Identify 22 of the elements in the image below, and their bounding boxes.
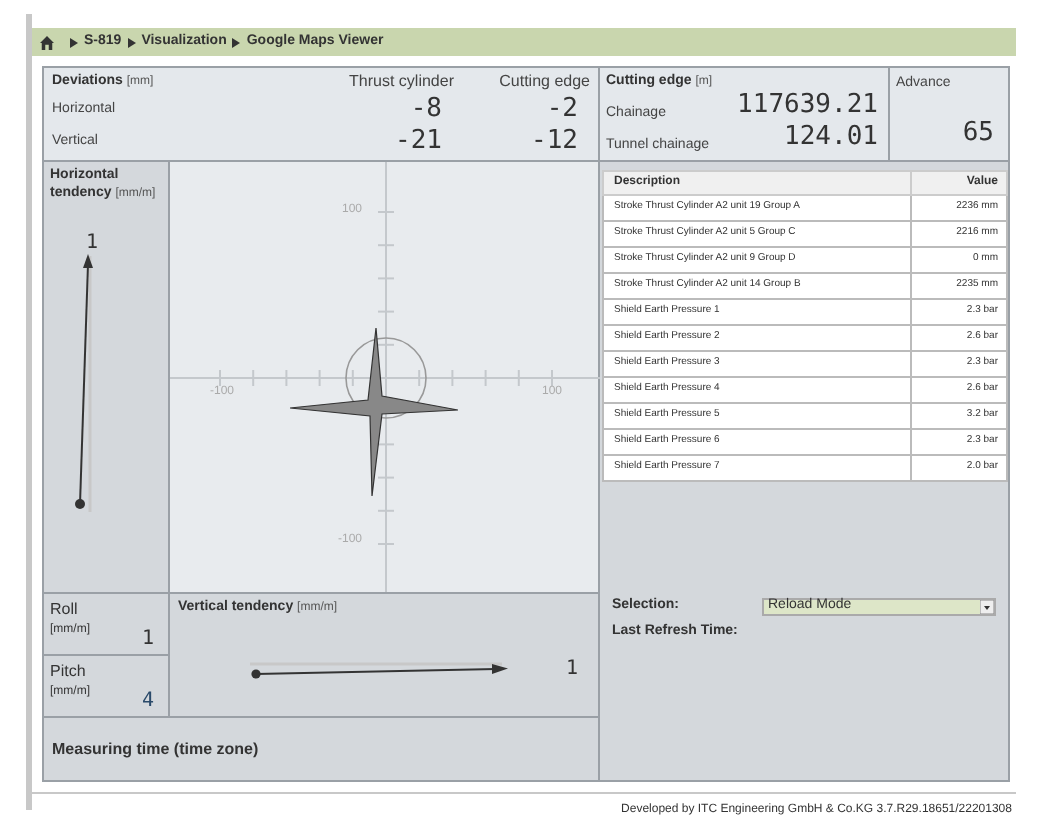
home-icon[interactable]: [40, 35, 54, 49]
deviation-value: -12: [529, 126, 580, 160]
measure-value: 4: [141, 688, 156, 716]
column-heading: Cutting edge: [497, 72, 590, 94]
star-marker-icon: [290, 328, 458, 496]
advance-value: 65: [960, 115, 996, 151]
dropdown-caret-icon: [980, 599, 994, 614]
breadcrumb-arrow-icon: [232, 37, 241, 47]
measure-value: 1: [141, 626, 156, 654]
tendency-value: 1: [86, 230, 99, 258]
tendency-value: 1: [566, 656, 579, 684]
panel-title: Pitch: [50, 660, 88, 684]
deviation-value: -21: [393, 126, 444, 160]
panel-title: Roll: [50, 598, 80, 622]
chainage-value: 117639.21: [737, 87, 880, 123]
deviation-value: -2: [544, 93, 580, 127]
chainage-value: 124.01: [784, 119, 880, 155]
column-heading: Thrust cylinder: [347, 72, 454, 94]
deviation-value: -8: [408, 93, 444, 127]
breadcrumb-arrow-icon: [70, 37, 78, 47]
panel-title: Measuring time (time zone): [52, 740, 259, 758]
breadcrumb-arrow-icon: [127, 37, 136, 47]
